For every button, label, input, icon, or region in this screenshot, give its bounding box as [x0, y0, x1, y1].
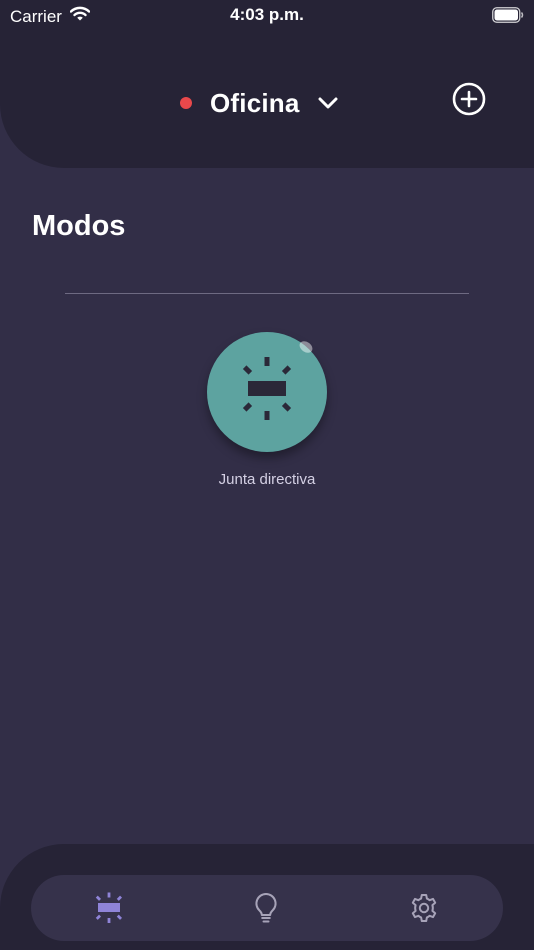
header-panel: Carrier 4:03 p.m. Oficina	[0, 0, 534, 168]
tab-bar	[31, 875, 503, 941]
section-divider	[65, 293, 469, 294]
location-name: Oficina	[210, 87, 300, 118]
mode-item[interactable]: Junta directiva	[0, 332, 534, 492]
location-status-dot	[180, 97, 192, 109]
tab-lights[interactable]	[236, 875, 296, 941]
modes-icon	[95, 892, 123, 923]
mode-button[interactable]	[207, 332, 327, 452]
status-bar: Carrier 4:03 p.m.	[0, 0, 534, 32]
app-screen: Carrier 4:03 p.m. Oficina Modos Junta di…	[0, 0, 534, 950]
battery-icon	[492, 7, 524, 28]
add-button[interactable]	[452, 82, 486, 116]
mode-label: Junta directiva	[218, 471, 316, 488]
location-selector[interactable]: Oficina	[180, 84, 338, 122]
chevron-down-icon[interactable]	[318, 97, 338, 109]
lightbulb-icon	[255, 892, 277, 923]
tab-settings[interactable]	[394, 875, 454, 941]
gear-icon	[411, 894, 437, 922]
plus-circle-icon	[452, 82, 486, 116]
status-time: 4:03 p.m.	[230, 5, 304, 24]
scene-icon	[242, 357, 292, 420]
tab-modes[interactable]	[79, 875, 139, 941]
section-title: Modos	[32, 210, 126, 242]
